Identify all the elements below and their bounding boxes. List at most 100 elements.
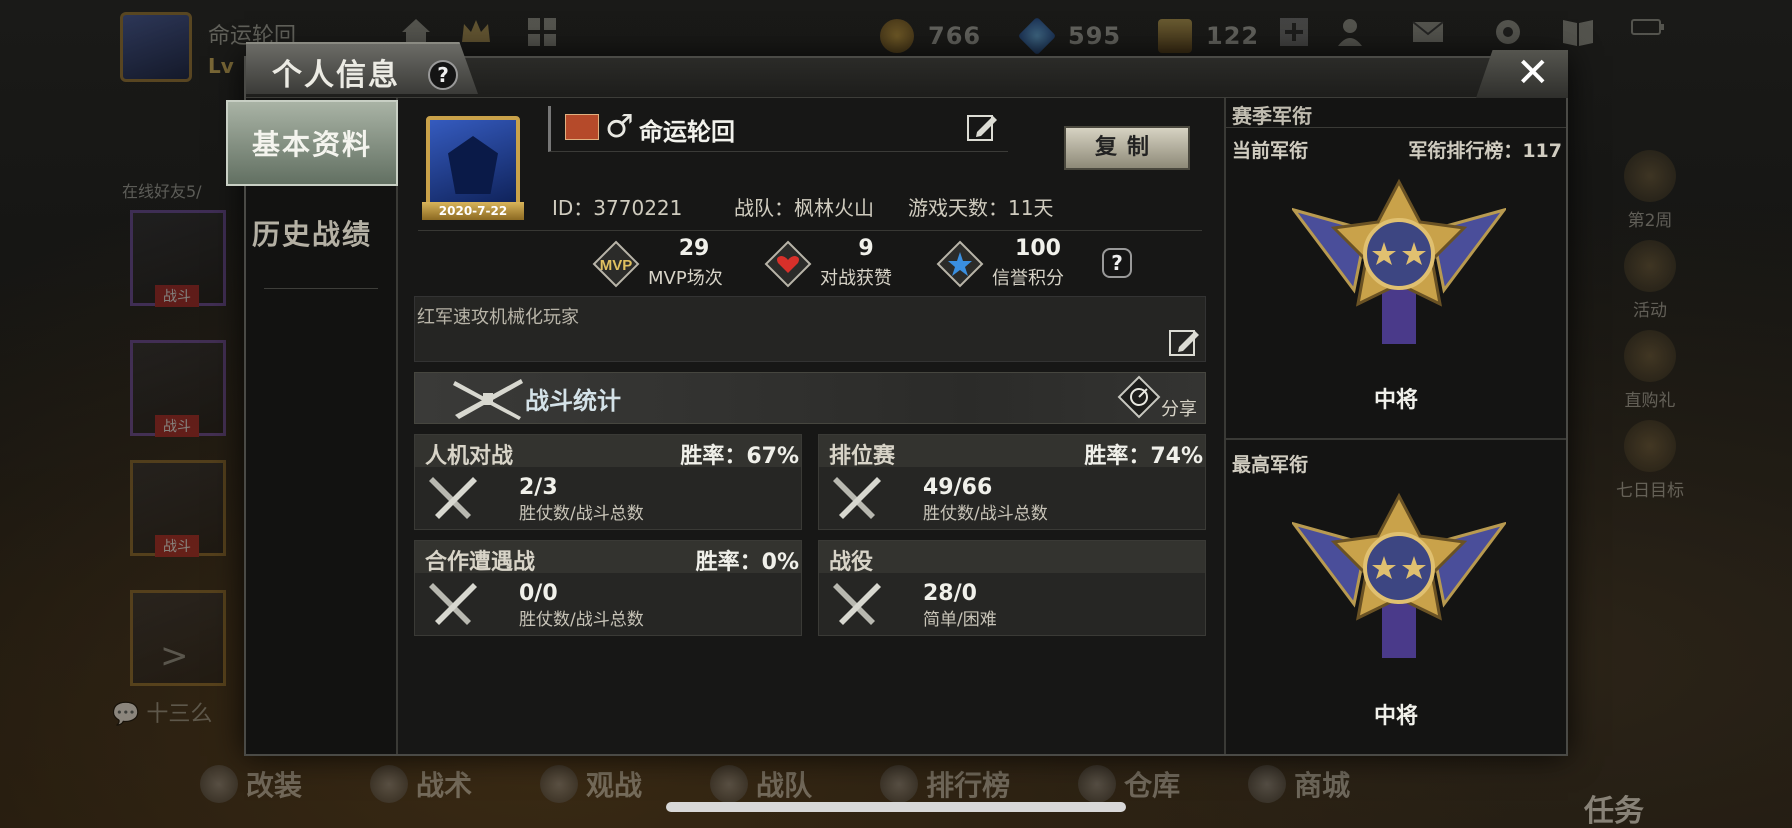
copy-button[interactable]: 复制 bbox=[1064, 126, 1190, 170]
friend-avatar[interactable]: 战斗 bbox=[130, 340, 226, 437]
rank-badge-icon bbox=[565, 114, 599, 140]
credit-help-button[interactable]: ? bbox=[1102, 248, 1132, 278]
edit-signature-icon[interactable] bbox=[1167, 325, 1201, 359]
diamond-currency: 595 bbox=[1017, 16, 1122, 56]
event-sidebar: 第2周 活动 直购礼 七日目标 bbox=[1580, 150, 1720, 510]
nav-label: 战术 bbox=[416, 769, 473, 802]
nav-spectate[interactable]: 观战 bbox=[540, 756, 642, 812]
card-coop: 合作遭遇战 胜率：0% 0/0 胜仗数/战斗总数 bbox=[414, 540, 802, 636]
rank-divider bbox=[1226, 438, 1566, 440]
gold-amount: 766 bbox=[928, 22, 982, 50]
heart-icon bbox=[764, 240, 812, 288]
mode-name: 人机对战 bbox=[425, 444, 514, 469]
expand-arrow-icon[interactable]: > bbox=[160, 636, 189, 676]
share-button[interactable]: 分享 bbox=[1161, 395, 1197, 421]
task-button[interactable]: 任务 bbox=[1584, 786, 1644, 828]
edit-name-icon[interactable] bbox=[965, 110, 999, 144]
win-label: 胜仗数/战斗总数 bbox=[923, 504, 1048, 524]
win-label: 胜仗数/战斗总数 bbox=[519, 504, 644, 524]
battery-icon bbox=[1630, 10, 1666, 46]
profile-avatar[interactable] bbox=[426, 116, 520, 214]
rank-leaderboard[interactable]: 军衔排行榜：117 bbox=[1408, 136, 1562, 163]
gear-icon[interactable] bbox=[1490, 14, 1526, 50]
gold-currency: 766 bbox=[880, 18, 981, 54]
chat-preview[interactable]: 💬 十三么 bbox=[112, 696, 212, 728]
plus-icon[interactable] bbox=[1276, 14, 1312, 50]
highest-rank-label: 最高军衔 bbox=[1232, 454, 1309, 476]
nav-shop[interactable]: 商城 bbox=[1248, 756, 1350, 812]
friends-icon[interactable] bbox=[1336, 14, 1372, 50]
trophy-icon bbox=[880, 765, 919, 803]
event-item-goals[interactable]: 七日目标 bbox=[1580, 420, 1720, 510]
male-icon: ♂ bbox=[605, 107, 634, 145]
nav-label: 战队 bbox=[756, 769, 813, 802]
card-campaign: 战役 28/0 简单/困难 bbox=[818, 540, 1206, 636]
win-rate: 胜率：0% bbox=[695, 550, 799, 575]
diamond-amount: 595 bbox=[1068, 22, 1122, 50]
home-indicator[interactable] bbox=[666, 802, 1126, 812]
play-days: 游戏天数：11天 bbox=[908, 196, 1054, 220]
player-level: Lv bbox=[208, 54, 234, 78]
help-button[interactable]: ? bbox=[428, 60, 458, 90]
spectate-icon bbox=[540, 765, 579, 803]
win-label: 胜仗数/战斗总数 bbox=[519, 610, 644, 630]
current-rank-label: 当前军衔 bbox=[1232, 140, 1309, 162]
friend-avatar[interactable]: 战斗 bbox=[130, 210, 226, 307]
mvp-count: 29 bbox=[678, 236, 710, 261]
rank-medal-icon bbox=[1290, 178, 1508, 346]
campaign-label: 简单/困难 bbox=[923, 610, 997, 630]
season-rank-title: 赛季军衔 bbox=[1226, 98, 1566, 128]
win-rate: 胜率：74% bbox=[1084, 444, 1203, 469]
battle-stats-header: 战斗统计 分享 bbox=[414, 372, 1206, 424]
player-name: 命运轮回 bbox=[639, 118, 735, 146]
likes-label: 对战获赞 bbox=[820, 268, 892, 289]
tab-history[interactable]: 历史战绩 bbox=[226, 190, 398, 276]
shop-icon bbox=[1248, 765, 1287, 803]
crossed-swords-icon bbox=[829, 469, 885, 525]
team-icon bbox=[710, 765, 749, 803]
current-rank-name: 中将 bbox=[1373, 388, 1418, 413]
svg-text:MVP: MVP bbox=[600, 257, 633, 274]
win-count: 0/0 bbox=[519, 581, 558, 606]
nav-divider bbox=[264, 288, 378, 289]
player-avatar[interactable] bbox=[120, 12, 192, 82]
gold-coin-icon bbox=[880, 19, 914, 53]
nav-tactics[interactable]: 战术 bbox=[370, 756, 472, 812]
goal-icon bbox=[1624, 420, 1676, 472]
event-item-activity[interactable]: 活动 bbox=[1580, 240, 1720, 330]
card-ranked: 排位赛 胜率：74% 49/66 胜仗数/战斗总数 bbox=[818, 434, 1206, 530]
event-label: 活动 bbox=[1633, 301, 1667, 321]
crown-icon[interactable] bbox=[458, 14, 494, 50]
star-icon bbox=[936, 240, 984, 288]
share-icon[interactable] bbox=[1117, 375, 1161, 419]
nav-label: 商城 bbox=[1294, 769, 1351, 802]
nav-label: 改装 bbox=[246, 769, 303, 802]
ticket-icon bbox=[1158, 19, 1192, 53]
event-item-week[interactable]: 第2周 bbox=[1580, 150, 1720, 240]
modal-title: 个人信息 bbox=[272, 58, 400, 93]
chat-preview-text: 十三么 bbox=[146, 702, 213, 727]
avatar-date: 2020-7-22 bbox=[422, 202, 524, 220]
mail-icon[interactable] bbox=[1410, 14, 1446, 50]
battle-tag: 战斗 bbox=[155, 285, 199, 307]
crossed-swords-icon bbox=[829, 575, 885, 631]
modal-side-nav: 基本资料 历史战绩 bbox=[226, 98, 398, 754]
gift-icon bbox=[1624, 330, 1676, 382]
info-divider bbox=[418, 230, 1202, 231]
nav-label: 排行榜 bbox=[926, 769, 1011, 802]
diamond-icon bbox=[1017, 16, 1057, 56]
battle-tag: 战斗 bbox=[155, 535, 199, 557]
event-item-gift[interactable]: 直购礼 bbox=[1580, 330, 1720, 420]
friend-avatar[interactable]: 战斗 bbox=[130, 460, 226, 557]
event-label: 第2周 bbox=[1627, 211, 1673, 231]
battle-stats-title: 战斗统计 bbox=[525, 387, 621, 415]
mvp-label: MVP场次 bbox=[648, 268, 723, 289]
signature-text: 红军速攻机械化玩家 bbox=[417, 307, 579, 328]
book-icon[interactable] bbox=[1560, 14, 1596, 50]
nav-modify[interactable]: 改装 bbox=[200, 756, 302, 812]
grid-icon[interactable] bbox=[524, 14, 560, 50]
highest-rank-medal-icon bbox=[1290, 492, 1508, 660]
tab-basic-info[interactable]: 基本资料 bbox=[226, 100, 398, 186]
win-count: 49/66 bbox=[923, 475, 993, 500]
highest-rank-name: 中将 bbox=[1373, 704, 1418, 729]
